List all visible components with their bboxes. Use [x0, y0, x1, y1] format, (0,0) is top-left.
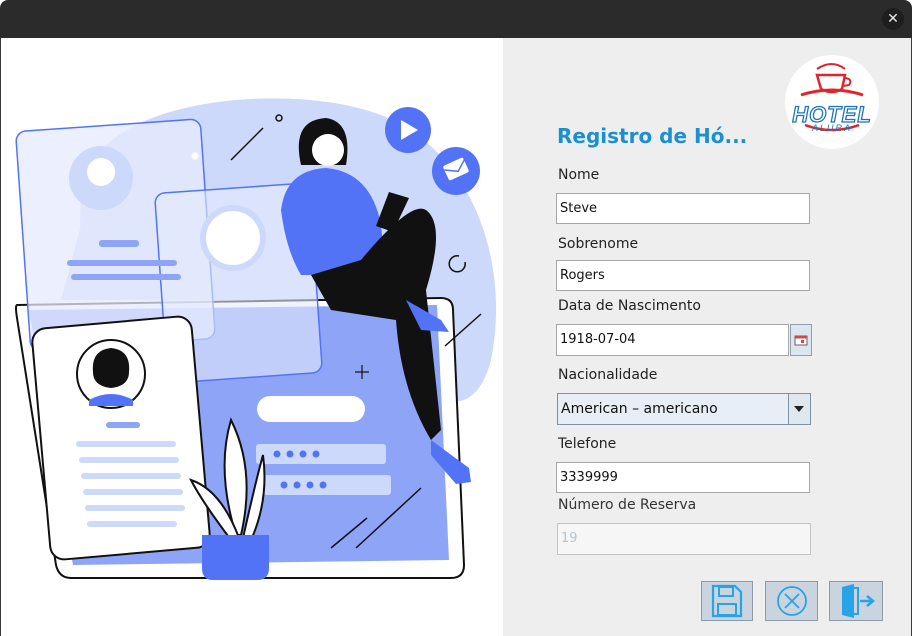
numero-reserva-input: 19 — [557, 523, 811, 555]
label-telefone: Telefone — [558, 436, 617, 452]
sobrenome-input[interactable]: Rogers — [556, 260, 810, 291]
calendar-button[interactable] — [790, 324, 812, 356]
illustration-panel — [0, 38, 503, 636]
exit-icon — [842, 584, 875, 618]
window-titlebar: ✕ — [0, 0, 912, 38]
close-button[interactable]: ✕ — [882, 8, 904, 30]
label-nacionalidade: Nacionalidade — [558, 367, 658, 383]
hotel-alura-logo: HOTEL ALURA — [785, 55, 879, 149]
exit-button[interactable] — [829, 581, 883, 621]
nome-input[interactable]: Steve — [556, 193, 810, 224]
label-nome: Nome — [558, 167, 600, 183]
data-nascimento-input[interactable]: 1918-07-04 — [556, 324, 789, 356]
chevron-down-icon[interactable] — [788, 394, 810, 424]
logo-text-alura: ALURA — [811, 123, 852, 133]
save-button[interactable] — [701, 581, 753, 621]
nacionalidade-selected-value: American – americano — [561, 401, 718, 417]
save-icon — [711, 584, 743, 618]
label-numero-reserva: Número de Reserva — [558, 497, 697, 513]
nacionalidade-select[interactable]: American – americano — [557, 393, 811, 425]
form-title: Registro de Hó... — [557, 124, 748, 148]
cancel-button[interactable] — [765, 581, 818, 621]
calendar-icon — [794, 335, 808, 346]
registration-illustration — [15, 98, 497, 580]
label-sobrenome: Sobrenome — [558, 236, 639, 252]
cancel-icon — [777, 586, 807, 616]
label-data-nascimento: Data de Nascimento — [558, 298, 701, 314]
telefone-input[interactable]: 3339999 — [556, 462, 810, 493]
close-icon: ✕ — [887, 11, 899, 27]
